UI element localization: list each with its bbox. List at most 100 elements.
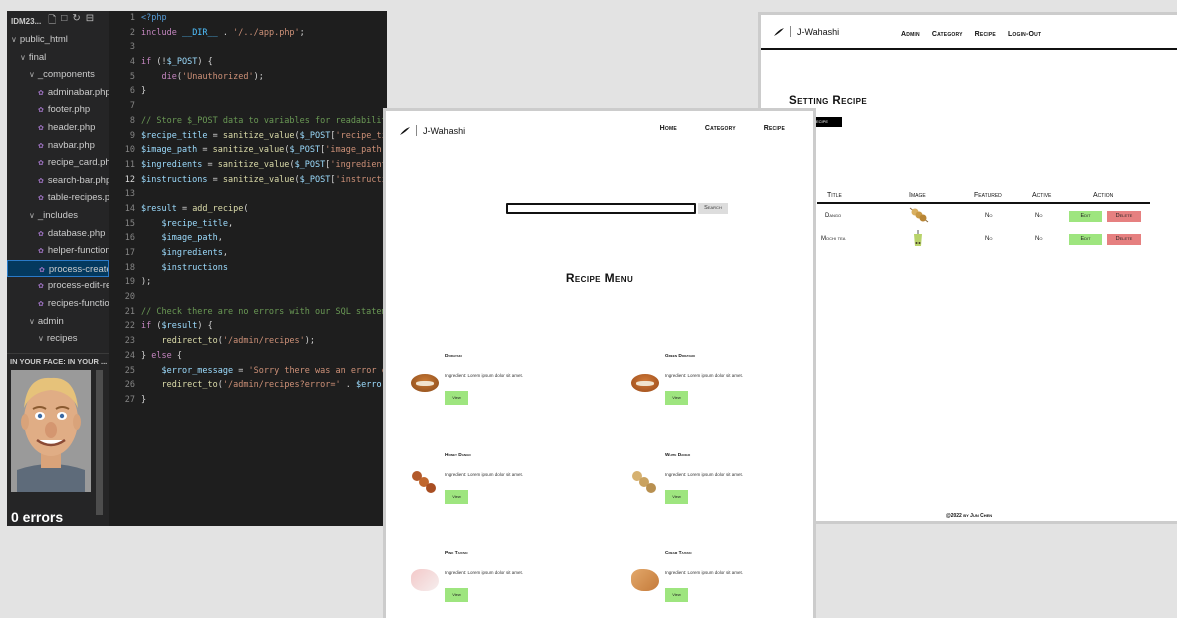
search-input[interactable] — [506, 203, 696, 214]
line-number: 14 — [124, 203, 135, 214]
code-line[interactable]: $result = add_recipe( — [141, 202, 387, 217]
view-button[interactable]: View — [445, 490, 468, 504]
code-line[interactable]: $ingredients, — [141, 246, 387, 261]
code-line[interactable]: $recipe_title, — [141, 217, 387, 232]
brush-logo-icon — [400, 126, 410, 135]
tree-file[interactable]: ✿ footer.php — [7, 101, 109, 119]
admin-nav-login-out[interactable]: Login-Out — [1008, 31, 1041, 38]
code-line[interactable]: include __DIR__ . '/../app.php'; — [141, 26, 387, 41]
recipe-card: Pink Taiyaki Ingredient: Lorem ipsum dol… — [408, 551, 608, 611]
recipe-ingredients: Ingredient: Lorem ipsum dolor sit amet. — [445, 373, 524, 378]
code-line[interactable]: die('Unauthorized'); — [141, 70, 387, 85]
code-line[interactable]: <?php — [141, 11, 387, 26]
preview-scrollbar[interactable] — [96, 370, 103, 515]
tree-folder[interactable]: ∨ public_html — [7, 31, 109, 49]
edit-button[interactable]: Edit — [1069, 211, 1102, 222]
tree-file[interactable]: ✿recipe_card.php — [7, 154, 109, 172]
tree-folder[interactable]: ∨ _includes — [7, 207, 109, 225]
code-line[interactable] — [141, 187, 387, 202]
tree-folder[interactable]: ∨ recipes — [7, 330, 109, 348]
line-number: 8 — [129, 115, 135, 126]
code-line[interactable]: redirect_to('/admin/recipes?error=' . $e… — [141, 378, 387, 393]
tree-file[interactable]: ✿ navbar.php — [7, 137, 109, 155]
chevron-down-icon: ∨ — [29, 210, 35, 220]
delete-button[interactable]: Delete — [1107, 234, 1141, 245]
code-line[interactable]: ); — [141, 275, 387, 290]
search-button[interactable]: Search — [698, 203, 728, 214]
code-editor-window: IDM23... 🗋 □ ↻ ⊟ ∨ public_html ∨ final ∨ _com… — [7, 11, 387, 526]
php-file-icon: ✿ — [38, 89, 44, 97]
code-line[interactable]: $image_path = sanitize_value($_POST['ima… — [141, 143, 387, 158]
tree-file[interactable]: ✿table-recipes.php — [7, 189, 109, 207]
php-file-icon: ✿ — [38, 107, 44, 115]
tree-file[interactable]: ✿helper-functions... — [7, 242, 109, 260]
admin-nav-category[interactable]: Category — [932, 31, 963, 38]
code-line[interactable]: } else { — [141, 349, 387, 364]
delete-button[interactable]: Delete — [1107, 211, 1141, 222]
code-line[interactable]: if (!$_POST) { — [141, 55, 387, 70]
code-line[interactable]: redirect_to('/admin/recipes'); — [141, 334, 387, 349]
tree-item-label: navbar.php — [47, 139, 95, 151]
collapse-all-icon[interactable]: ⊟ — [86, 13, 94, 30]
chevron-down-icon: ∨ — [20, 52, 26, 62]
code-area[interactable]: <?php include __DIR__ . '/../app.php'; if … — [141, 11, 387, 526]
preview-panel-title: IN YOUR FACE: IN YOUR ... — [7, 353, 109, 369]
code-line[interactable]: } — [141, 393, 387, 408]
recipe-name: White Dango — [665, 453, 691, 458]
tree-folder[interactable]: ∨ admin — [7, 313, 109, 331]
view-button[interactable]: View — [665, 588, 688, 602]
tree-file[interactable]: ✿ adminabar.php — [7, 84, 109, 102]
code-line[interactable]: if ($result) { — [141, 319, 387, 334]
tree-file[interactable]: ✿ search-bar.php — [7, 172, 109, 190]
explorer-title: IDM23... — [11, 16, 42, 26]
code-line[interactable]: $image_path, — [141, 231, 387, 246]
code-line[interactable]: $recipe_title = sanitize_value($_POST['r… — [141, 129, 387, 144]
menu-brand[interactable]: J-Wahashi — [400, 125, 465, 136]
code-line[interactable]: $error_message = 'Sorry there was an err… — [141, 364, 387, 379]
tree-item-label: footer.php — [47, 104, 91, 116]
recipe-card: Cream Taiyaki Ingredient: Lorem ipsum do… — [628, 551, 813, 611]
col-action: Action — [1093, 192, 1114, 199]
tree-file[interactable]: ✿ header.php — [7, 119, 109, 137]
tree-item-label: search-bar.php — [47, 174, 109, 186]
admin-brand[interactable]: J-Wahashi — [774, 26, 839, 37]
admin-nav-recipe[interactable]: Recipe — [975, 31, 996, 38]
tree-folder[interactable]: ∨ final — [7, 49, 109, 67]
code-line[interactable]: // Check there are no errors with our SQ… — [141, 305, 387, 320]
code-line[interactable]: $instructions — [141, 261, 387, 276]
recipe-ingredients: Ingredient: Lorem ipsum dolor sit amet. — [665, 373, 744, 378]
tree-folder[interactable]: ∨ _components — [7, 66, 109, 84]
code-line[interactable]: $instructions = sanitize_value($_POST['i… — [141, 173, 387, 188]
code-line[interactable] — [141, 99, 387, 114]
col-featured: Featured — [974, 192, 1002, 199]
new-folder-icon[interactable]: □ — [61, 13, 67, 30]
menu-nav-category[interactable]: Category — [705, 125, 736, 132]
code-line[interactable]: $ingredients = sanitize_value($_POST['in… — [141, 158, 387, 173]
tree-file[interactable]: ✿process-create-... — [7, 259, 109, 278]
view-button[interactable]: View — [665, 490, 688, 504]
menu-nav-home[interactable]: Home — [660, 125, 677, 132]
edit-button[interactable]: Edit — [1069, 234, 1102, 245]
recipe-name: Green Dorayaki — [665, 354, 696, 359]
refresh-icon[interactable]: ↻ — [72, 13, 80, 30]
dango-thumbnail-icon — [909, 207, 929, 223]
tree-file[interactable]: ✿ database.php — [7, 225, 109, 243]
code-line[interactable]: } — [141, 84, 387, 99]
admin-nav-admin[interactable]: Admin — [901, 31, 920, 38]
recipe-card: Green Dorayaki Ingredient: Lorem ipsum d… — [628, 354, 813, 414]
php-file-icon: ✿ — [38, 283, 44, 291]
cartoon-face-icon — [11, 370, 91, 492]
view-button[interactable]: View — [445, 588, 468, 602]
view-button[interactable]: View — [445, 391, 468, 405]
tree-file[interactable]: ✿recipes-function... — [7, 295, 109, 313]
code-line[interactable] — [141, 290, 387, 305]
code-line[interactable] — [141, 40, 387, 55]
new-file-icon[interactable]: 🗋 — [48, 13, 56, 30]
line-number: 2 — [129, 27, 135, 38]
col-image: Image — [909, 192, 926, 199]
menu-nav-recipe[interactable]: Recipe — [764, 125, 785, 132]
tree-file[interactable]: ✿process-edit-re... — [7, 277, 109, 295]
code-line[interactable]: // Store $_POST data to variables for re… — [141, 114, 387, 129]
view-button[interactable]: View — [665, 391, 688, 405]
recipe-ingredients: Ingredient: Lorem ipsum dolor sit amet. — [445, 472, 524, 477]
